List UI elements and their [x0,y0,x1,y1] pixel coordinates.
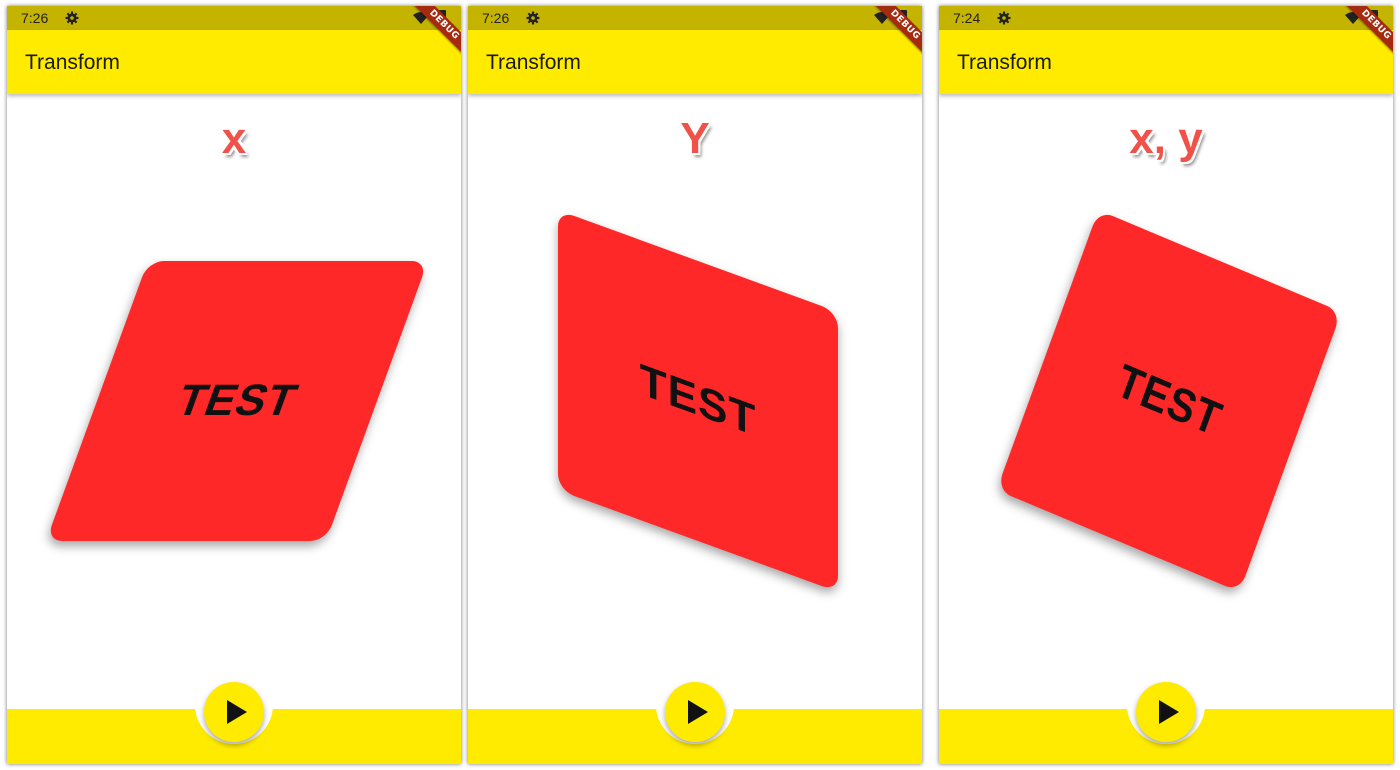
app-bar: Transform [7,30,461,94]
play-button[interactable] [1136,682,1196,742]
status-bar: 7:26 [468,6,922,30]
phone-screen-skew-y: 7:26 Transform DEBUG Y TEST [468,6,922,764]
status-time: 7:26 [482,10,510,26]
play-button[interactable] [204,682,264,742]
status-time: 7:26 [21,10,49,26]
play-button[interactable] [665,682,725,742]
app-bar: Transform [468,30,922,94]
skewed-card: TEST [558,210,838,592]
play-icon [687,700,708,724]
status-bar: 7:24 [939,6,1393,30]
settings-gear-icon [526,11,540,25]
skewed-card: TEST [46,261,428,541]
skewed-card: TEST [996,210,1342,592]
settings-gear-icon [65,11,79,25]
status-bar: 7:26 [7,6,461,30]
transform-axis-label: x [221,114,247,163]
app-bar-title: Transform [486,51,581,74]
app-bar: Transform [939,30,1393,94]
app-bar-title: Transform [25,51,120,74]
settings-gear-icon [997,11,1011,25]
app-bar-title: Transform [957,51,1052,74]
status-time: 7:24 [953,10,981,26]
card-text: TEST [170,376,305,425]
phone-screen-skew-x: 7:26 Transform DEBUG x TEST [7,6,461,764]
card-text: TEST [639,354,757,447]
transform-axis-label: x, y [1129,114,1203,163]
card-text: TEST [1109,354,1229,447]
phone-screen-skew-xy: 7:24 Transform DEBUG x, y TEST [939,6,1393,764]
transform-axis-label: Y [680,114,710,163]
play-icon [1158,700,1179,724]
play-icon [226,700,247,724]
